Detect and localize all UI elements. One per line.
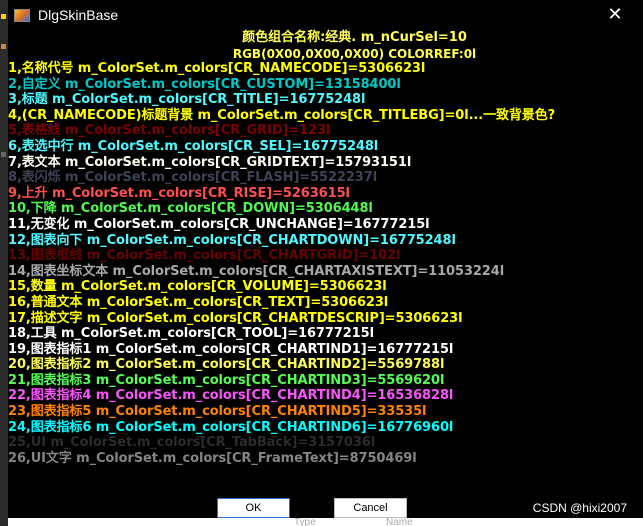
color-row: 3,标题 m_ColorSet.m_colors[CR_TITLE]=16775… [8, 92, 366, 108]
color-row: 1,名称代号 m_ColorSet.m_colors[CR_NAMECODE]=… [8, 61, 426, 76]
watermark: CSDN @hixi2007 [532, 501, 627, 515]
skin-dialog: DlgSkinBase ✕ 颜色组合名称:经典. m_nCurSel=10 RG… [8, 0, 643, 526]
color-row: 22,图表指标4 m_ColorSet.m_colors[CR_CHARTIND… [8, 388, 454, 404]
ok-button[interactable]: OK [217, 498, 290, 518]
color-row: 15,数量 m_ColorSet.m_colors[CR_VOLUME]=530… [8, 279, 387, 295]
color-row: 17,描述文字 m_ColorSet.m_colors[CR_CHARTDESC… [8, 310, 463, 326]
color-row: 13,图表框线 m_ColorSet.m_colors[CR_CHARTGRID… [8, 248, 401, 264]
close-button[interactable]: ✕ [605, 5, 625, 25]
window-title: DlgSkinBase [38, 7, 119, 23]
ide-marker-icon [1, 152, 6, 157]
color-row: 23,图表指标5 m_ColorSet.m_colors[CR_CHARTIND… [8, 404, 427, 420]
scheme-name-line: 颜色组合名称:经典. m_nCurSel=10 [242, 30, 467, 45]
background-table-header: Type Name [8, 517, 643, 526]
color-row: 26,UI文字 m_ColorSet.m_colors[CR_FrameText… [8, 450, 417, 466]
color-row: 21,图表指标3 m_ColorSet.m_colors[CR_CHARTIND… [8, 372, 445, 388]
ide-marker-icon [1, 44, 6, 49]
color-row: 16,普通文本 m_ColorSet.m_colors[CR_TEXT]=530… [8, 294, 389, 310]
ide-marker-icon [1, 14, 6, 19]
title-bar[interactable]: DlgSkinBase ✕ [8, 0, 643, 31]
color-set-list: 1,名称代号 m_ColorSet.m_colors[CR_NAMECODE]=… [8, 61, 643, 466]
color-row: 5,表格线 m_ColorSet.m_colors[CR_GRID]=123l [8, 123, 331, 139]
screen: DlgSkinBase ✕ 颜色组合名称:经典. m_nCurSel=10 RG… [0, 0, 643, 526]
color-row: 8,表闪烁 m_ColorSet.m_colors[CR_FLASH]=5522… [8, 170, 378, 186]
color-row: 7,表文本 m_ColorSet.m_colors[CR_GRIDTEXT]=1… [8, 154, 412, 170]
color-row: 2,自定义 m_ColorSet.m_colors[CR_CUSTOM]=131… [8, 76, 401, 92]
color-row: 12,图表向下 m_ColorSet.m_colors[CR_CHARTDOWN… [8, 232, 456, 248]
background-col-name: Name [386, 517, 413, 526]
color-row: 25,UI m_ColorSet.m_colors[CR_TabBack]=31… [8, 435, 376, 451]
color-row: 10,下降 m_ColorSet.m_colors[CR_DOWN]=53064… [8, 201, 373, 217]
color-row: 4,(CR_NAMECODE)标题背景 m_ColorSet.m_colors[… [8, 107, 556, 123]
color-row: 14,图表坐标文本 m_ColorSet.m_colors[CR_CHARTAX… [8, 263, 505, 279]
background-col-type: Type [294, 517, 316, 526]
color-scheme-header: 颜色组合名称:经典. m_nCurSel=10 RGB(0X00,0X00,0X… [8, 30, 643, 62]
color-row: 18,工具 m_ColorSet.m_colors[CR_TOOL]=16777… [8, 326, 374, 342]
color-row: 20,图表指标2 m_ColorSet.m_colors[CR_CHARTIND… [8, 357, 445, 373]
color-row: 9,上升 m_ColorSet.m_colors[CR_RISE]=526361… [8, 185, 350, 201]
color-row: 6,表选中行 m_ColorSet.m_colors[CR_SEL]=16775… [8, 138, 379, 154]
background-ide-strip [0, 0, 8, 526]
app-icon [14, 9, 30, 22]
cancel-button[interactable]: Cancel [334, 498, 407, 518]
rgb-colorref-line: RGB(0X00,0X00,0X00) COLORREF:0l [232, 47, 477, 61]
color-row: 11,无变化 m_ColorSet.m_colors[CR_UNCHANGE]=… [8, 216, 430, 232]
color-row: 24,图表指标6 m_ColorSet.m_colors[CR_CHARTIND… [8, 419, 454, 435]
color-row: 19,图表指标1 m_ColorSet.m_colors[CR_CHARTIND… [8, 341, 454, 357]
